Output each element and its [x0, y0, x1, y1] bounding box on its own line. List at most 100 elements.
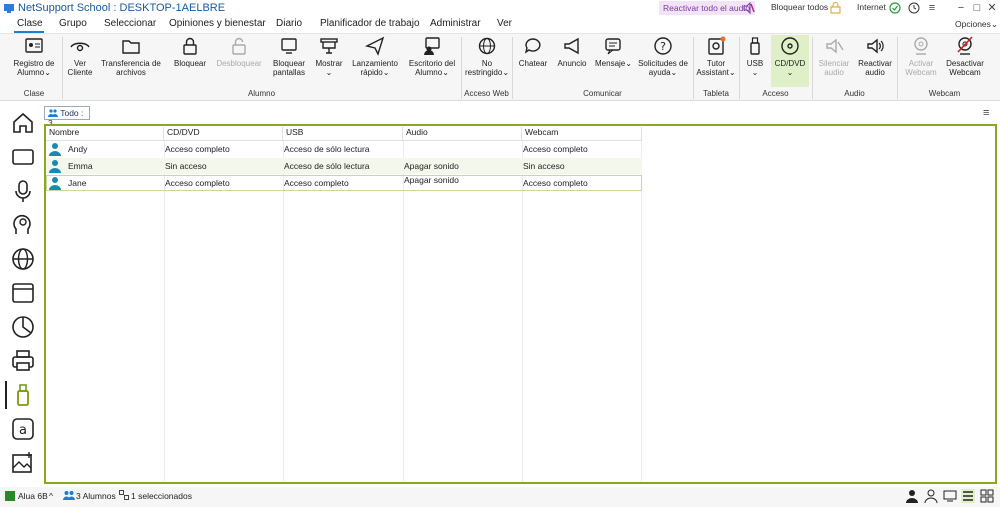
grid-divider	[283, 141, 284, 482]
announcement-label: Anuncio	[557, 59, 587, 68]
options-dropdown[interactable]: Opciones⌄	[955, 19, 998, 30]
tablet-gear-icon	[708, 36, 726, 55]
student-name: Jane	[68, 178, 87, 188]
student-avatar-icon	[49, 143, 61, 156]
cell-cddvd: Acceso completo	[165, 144, 230, 154]
disable-webcam-label-1: Desactivar	[946, 59, 984, 68]
window-icon[interactable]	[10, 144, 36, 170]
cell-audio: Apagar sonido	[404, 175, 459, 185]
window-title: NetSupport School : DESKTOP-1AELBRE	[18, 2, 226, 14]
usb-drive-icon[interactable]	[10, 382, 36, 408]
clock-icon[interactable]	[908, 2, 920, 14]
head-gear-icon[interactable]	[10, 212, 36, 238]
globe-icon[interactable]	[10, 246, 36, 272]
tutor-assistant-label-2: Assistant	[696, 68, 729, 77]
pie-chart-icon[interactable]	[10, 314, 36, 340]
chat-button[interactable]: Chatear	[516, 35, 550, 87]
show-button[interactable]: Mostrar ⌄	[312, 35, 346, 87]
menu-seleccionar[interactable]: Seleccionar	[104, 18, 156, 29]
file-transfer-button[interactable]: Transferencia de archivos	[100, 35, 162, 87]
message-button[interactable]: Mensaje⌄	[595, 35, 632, 87]
column-header-webcam[interactable]: Webcam	[522, 127, 642, 141]
group-label-webcam: Webcam	[928, 89, 961, 98]
svg-text:?: ?	[660, 40, 666, 53]
user-screen-icon	[424, 37, 440, 55]
announcement-button[interactable]: Anuncio	[555, 35, 589, 87]
student-desktop-button[interactable]: Escritorio del Alumno⌄	[406, 35, 458, 87]
home-icon[interactable]	[10, 110, 36, 136]
text-a-icon[interactable]: a	[10, 416, 36, 442]
monitor-icon[interactable]	[943, 489, 957, 503]
tutor-assistant-button[interactable]: Tutor Assistant⌄	[696, 35, 736, 87]
unrestricted-web-button[interactable]: No restringido⌄	[464, 35, 510, 87]
column-header-audio[interactable]: Audio	[403, 127, 522, 141]
student-register-button[interactable]: Registro de Alumno⌄	[9, 35, 59, 87]
unlock-label: Desbloquear	[216, 59, 262, 68]
column-header-nombre[interactable]: Nombre	[46, 127, 164, 141]
internet-label: Internet	[857, 2, 886, 12]
menu-diario[interactable]: Diario	[276, 18, 302, 29]
group-label-acceso: Acceso	[762, 89, 789, 98]
help-requests-label-1: Solicitudes de	[638, 59, 688, 68]
check-circle-icon[interactable]	[889, 2, 901, 14]
maximize-button[interactable]: □	[970, 1, 984, 15]
unrestricted-label-2: restringido	[464, 68, 503, 77]
grid-divider	[164, 141, 165, 482]
enable-webcam-button[interactable]: Activar Webcam	[901, 35, 941, 87]
student-view-icon[interactable]	[905, 489, 919, 503]
menu-opiniones[interactable]: Opiniones y bienestar	[169, 18, 266, 29]
unmute-all-label: Reactivar todo el audio	[663, 3, 750, 13]
unmute-all-button[interactable]: Reactivar todo el audio	[659, 1, 755, 15]
quick-launch-button[interactable]: Lanzamiento rápido⌄	[352, 35, 398, 87]
mute-audio-button[interactable]: Silenciar audio	[815, 35, 853, 87]
view-client-button[interactable]: Ver Cliente	[63, 35, 97, 87]
tab-todo[interactable]: Todo : 3	[44, 106, 90, 128]
browser-window-icon[interactable]	[10, 280, 36, 306]
student-register-label-2: Alumno	[17, 68, 45, 77]
unmute-audio-label-1: Reactivar	[858, 59, 892, 68]
student-outline-icon[interactable]	[924, 489, 938, 503]
column-header-usb[interactable]: USB	[283, 127, 403, 141]
selected-count: 1 seleccionados	[131, 491, 192, 501]
help-requests-button[interactable]: ? Solicitudes de ayuda⌄	[636, 35, 690, 87]
menu-icon[interactable]: ≡	[925, 1, 939, 15]
menu-planificador[interactable]: Planificador de trabajo	[320, 18, 420, 29]
microphone-icon[interactable]	[10, 178, 36, 204]
menu-ver[interactable]: Ver	[497, 18, 512, 29]
usb-button[interactable]: USB ⌄	[742, 35, 768, 87]
grid-divider	[522, 141, 523, 482]
close-button[interactable]: ✕	[985, 1, 999, 15]
chat-bubble-icon	[524, 38, 541, 54]
group-label-tableta: Tableta	[703, 89, 729, 98]
cd-dvd-button[interactable]: CD/DVD ⌄	[771, 35, 809, 87]
quick-launch-label-2: rápido	[360, 68, 383, 77]
eye-icon	[70, 42, 90, 52]
cell-cddvd: Sin acceso	[165, 161, 207, 171]
students-icon	[63, 491, 75, 500]
view-menu-icon[interactable]: ≡	[983, 107, 989, 119]
room-chevron-icon[interactable]: ^	[49, 491, 53, 501]
menu-grupo[interactable]: Grupo	[59, 18, 87, 29]
room-name[interactable]: Alua 6B	[18, 491, 48, 501]
presentation-icon	[320, 38, 338, 54]
unlock-button[interactable]: Desbloquear	[214, 35, 264, 87]
speaker-muted-icon	[743, 2, 755, 14]
image-icon[interactable]	[10, 450, 36, 476]
printer-icon[interactable]	[10, 348, 36, 374]
menu-clase[interactable]: Clase	[17, 18, 43, 29]
message-icon	[605, 38, 621, 55]
cell-webcam: Acceso completo	[523, 144, 588, 154]
mute-audio-label-1: Silenciar	[818, 59, 850, 68]
list-view-icon[interactable]	[961, 489, 975, 503]
student-desktop-label-1: Escritorio del	[408, 59, 456, 68]
column-header-cddvd[interactable]: CD/DVD	[164, 127, 283, 141]
lock-button[interactable]: Bloquear	[172, 35, 208, 87]
lock-screens-button[interactable]: Bloquear pantallas	[270, 35, 308, 87]
group-label-comunicar: Comunicar	[583, 89, 622, 98]
disable-webcam-button[interactable]: Desactivar Webcam	[944, 35, 986, 87]
menu-administrar[interactable]: Administrar	[430, 18, 481, 29]
minimize-button[interactable]: −	[954, 1, 968, 15]
unmute-audio-button[interactable]: Reactivar audio	[856, 35, 894, 87]
grid-view-icon[interactable]	[980, 489, 994, 503]
lock-all-button[interactable]: Bloquear todos	[771, 2, 828, 12]
